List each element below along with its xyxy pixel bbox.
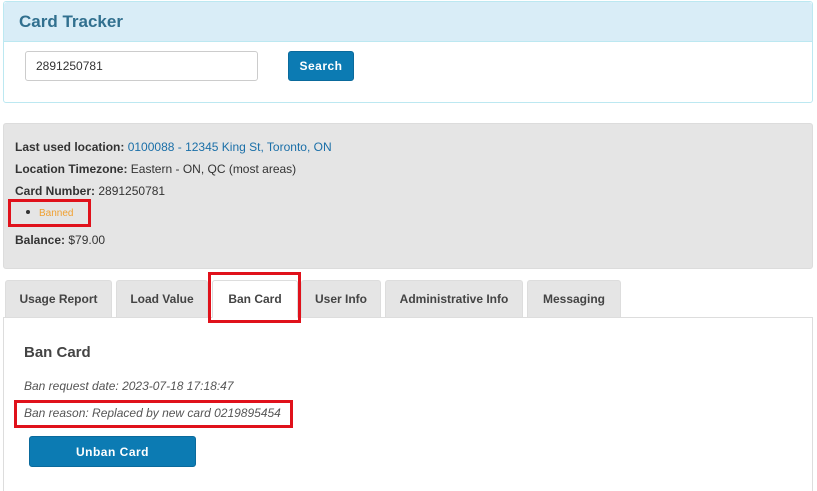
balance-row: Balance: $79.00 bbox=[15, 233, 105, 247]
last-used-location-row: Last used location: 0100088 - 12345 King… bbox=[15, 140, 332, 154]
card-number-label: Card Number: bbox=[15, 184, 96, 198]
ban-card-title: Ban Card bbox=[24, 344, 91, 361]
card-number-row: Card Number: 2891250781 bbox=[15, 184, 165, 198]
tab-usage-report[interactable]: Usage Report bbox=[5, 280, 112, 318]
card-tracker-title: Card Tracker bbox=[19, 12, 123, 31]
location-timezone-label: Location Timezone: bbox=[15, 162, 128, 176]
balance-value: $79.00 bbox=[68, 233, 106, 247]
balance-label: Balance: bbox=[15, 233, 66, 247]
unban-card-button[interactable]: Unban Card bbox=[29, 436, 196, 467]
tab-messaging[interactable]: Messaging bbox=[527, 280, 621, 318]
location-timezone-value: Eastern - ON, QC (most areas) bbox=[130, 162, 297, 176]
search-button[interactable]: Search bbox=[288, 51, 354, 81]
card-number-search-input[interactable] bbox=[25, 51, 258, 81]
last-used-location-label: Last used location: bbox=[15, 140, 125, 154]
tab-ban-card[interactable]: Ban Card bbox=[212, 280, 298, 318]
card-number-value: 2891250781 bbox=[98, 184, 166, 198]
location-timezone-row: Location Timezone: Eastern - ON, QC (mos… bbox=[15, 162, 296, 176]
last-used-location-link[interactable]: 0100088 - 12345 King St, Toronto, ON bbox=[128, 140, 332, 154]
tab-load-value[interactable]: Load Value bbox=[116, 280, 208, 318]
card-tracker-header: Card Tracker bbox=[4, 2, 812, 42]
ban-request-date: Ban request date: 2023-07-18 17:18:47 bbox=[24, 379, 234, 393]
tab-user-info[interactable]: User Info bbox=[301, 280, 381, 318]
tab-administrative-info[interactable]: Administrative Info bbox=[385, 280, 523, 318]
annotation-box-ban-reason bbox=[14, 400, 293, 428]
annotation-box-status bbox=[8, 199, 91, 227]
